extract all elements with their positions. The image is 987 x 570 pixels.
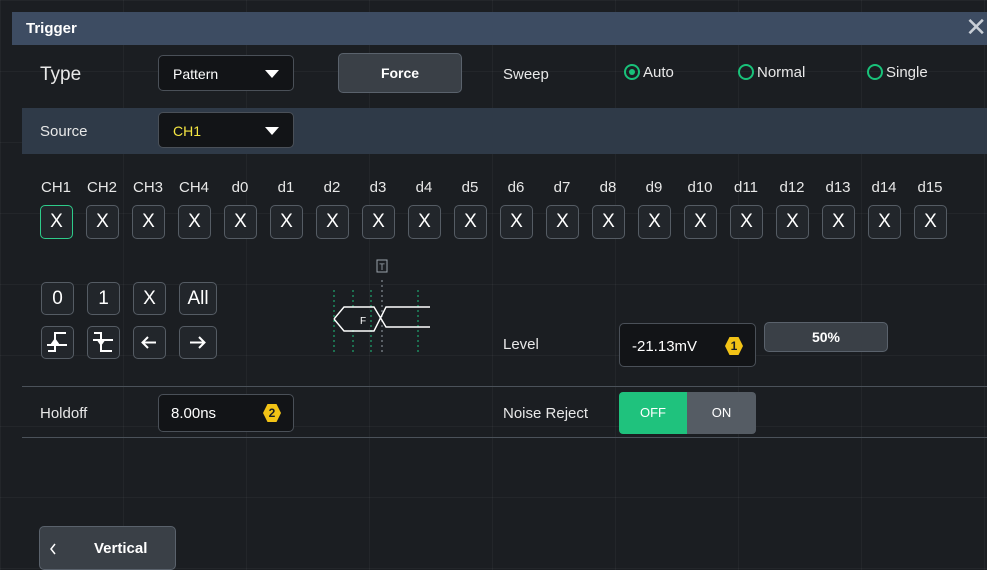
level-input[interactable]: -21.13mV 1	[619, 323, 756, 367]
channel-label-d13: d13	[825, 179, 851, 196]
force-button[interactable]: Force	[338, 53, 462, 93]
channel-label-ch4: CH4	[178, 179, 209, 196]
pattern-box-d9[interactable]: X	[638, 205, 671, 239]
pattern-box-d0[interactable]: X	[224, 205, 257, 239]
sweep-normal-radio[interactable]: Normal	[738, 64, 805, 81]
separator	[22, 437, 987, 438]
separator	[22, 386, 987, 387]
pattern-box-d1[interactable]: X	[270, 205, 303, 239]
pattern-box-d3[interactable]: X	[362, 205, 395, 239]
pattern-box-d14[interactable]: X	[868, 205, 901, 239]
pattern-all-button[interactable]: All	[179, 282, 217, 315]
chevron-down-icon	[265, 127, 279, 135]
rising-edge-icon	[47, 332, 67, 352]
level-value: -21.13mV	[632, 338, 698, 355]
channel-label-d11: d11	[734, 179, 758, 196]
channel-label-d1: d1	[277, 179, 295, 196]
pattern-box-d13[interactable]: X	[822, 205, 855, 239]
dialog-titlebar: Trigger ✕	[12, 12, 987, 45]
sweep-single-label: Single	[886, 64, 928, 81]
falling-edge-icon	[93, 332, 113, 352]
channel-label-d7: d7	[553, 179, 571, 196]
pattern-box-d11[interactable]: X	[730, 205, 763, 239]
channel-label-d3: d3	[369, 179, 387, 196]
pattern-box-d12[interactable]: X	[776, 205, 809, 239]
radio-selected-icon	[624, 64, 640, 80]
channel-label-d15: d15	[917, 179, 943, 196]
channel-label-ch3: CH3	[132, 179, 163, 196]
pattern-box-d6[interactable]: X	[500, 205, 533, 239]
noise-reject-label: Noise Reject	[503, 405, 589, 422]
noise-reject-on[interactable]: ON	[687, 392, 756, 434]
channel-label-d0: d0	[231, 179, 249, 196]
channel-label-d9: d9	[645, 179, 663, 196]
pattern-box-d4[interactable]: X	[408, 205, 441, 239]
pattern-box-d7[interactable]: X	[546, 205, 579, 239]
arrow-right-button[interactable]	[179, 326, 217, 359]
channel-label-d6: d6	[507, 179, 525, 196]
pattern-0-button[interactable]: 0	[41, 282, 74, 315]
holdoff-value: 8.00ns	[171, 405, 217, 422]
holdoff-input[interactable]: 8.00ns 2	[158, 394, 294, 432]
type-dropdown-value: Pattern	[173, 66, 219, 82]
sweep-single-radio[interactable]: Single	[867, 64, 928, 81]
channel-label-d8: d8	[599, 179, 617, 196]
type-label: Type	[40, 64, 82, 85]
pattern-1-button[interactable]: 1	[87, 282, 120, 315]
channel-label-d10: d10	[687, 179, 713, 196]
level-50-percent-button[interactable]: 50%	[764, 322, 888, 352]
source-dropdown-value: CH1	[173, 123, 202, 139]
sweep-normal-label: Normal	[757, 64, 806, 81]
arrow-right-icon	[190, 336, 206, 349]
trigger-pattern-diagram: T F	[333, 259, 430, 355]
pattern-box-ch3[interactable]: X	[132, 205, 165, 239]
channel-label-d5: d5	[461, 179, 479, 196]
holdoff-label: Holdoff	[40, 405, 88, 422]
vertical-button-label: Vertical	[94, 540, 148, 557]
chevron-left-icon	[50, 543, 56, 555]
level-label: Level	[503, 336, 539, 353]
channel-label-ch1: CH1	[40, 179, 71, 196]
pattern-box-ch1[interactable]: X	[40, 205, 73, 239]
channel-label-d4: d4	[415, 179, 433, 196]
pattern-box-ch2[interactable]: X	[86, 205, 119, 239]
noise-reject-off[interactable]: OFF	[619, 392, 687, 434]
radio-unselected-icon	[738, 64, 754, 80]
pattern-box-d5[interactable]: X	[454, 205, 487, 239]
pattern-box-d2[interactable]: X	[316, 205, 349, 239]
trigger-marker-t: T	[379, 262, 385, 272]
rising-edge-button[interactable]	[41, 326, 74, 359]
source-label: Source	[40, 123, 88, 140]
arrow-left-button[interactable]	[133, 326, 166, 359]
channel-label-ch2: CH2	[86, 179, 117, 196]
pattern-box-d8[interactable]: X	[592, 205, 625, 239]
pattern-box-d10[interactable]: X	[684, 205, 717, 239]
dialog-title: Trigger	[26, 20, 77, 37]
pattern-box-d15[interactable]: X	[914, 205, 947, 239]
pattern-box-ch4[interactable]: X	[178, 205, 211, 239]
channel-label-d12: d12	[779, 179, 805, 196]
noise-reject-toggle[interactable]: OFF ON	[619, 392, 756, 434]
sweep-label: Sweep	[503, 66, 549, 83]
pattern-x-button[interactable]: X	[133, 282, 166, 315]
channel-label-d2: d2	[323, 179, 341, 196]
chevron-down-icon	[265, 70, 279, 78]
sweep-auto-label: Auto	[643, 64, 674, 81]
sweep-auto-radio[interactable]: Auto	[624, 64, 674, 81]
radio-unselected-icon	[867, 64, 883, 80]
knob-2-icon: 2	[263, 404, 281, 422]
falling-edge-button[interactable]	[87, 326, 120, 359]
arrow-left-icon	[141, 336, 156, 349]
knob-1-icon: 1	[725, 337, 743, 355]
channel-label-d14: d14	[871, 179, 897, 196]
source-dropdown[interactable]: CH1	[158, 112, 294, 148]
vertical-button[interactable]: Vertical	[39, 526, 176, 570]
type-dropdown[interactable]: Pattern	[158, 55, 294, 91]
diagram-f-label: F	[360, 316, 366, 327]
close-icon[interactable]: ✕	[965, 14, 987, 40]
